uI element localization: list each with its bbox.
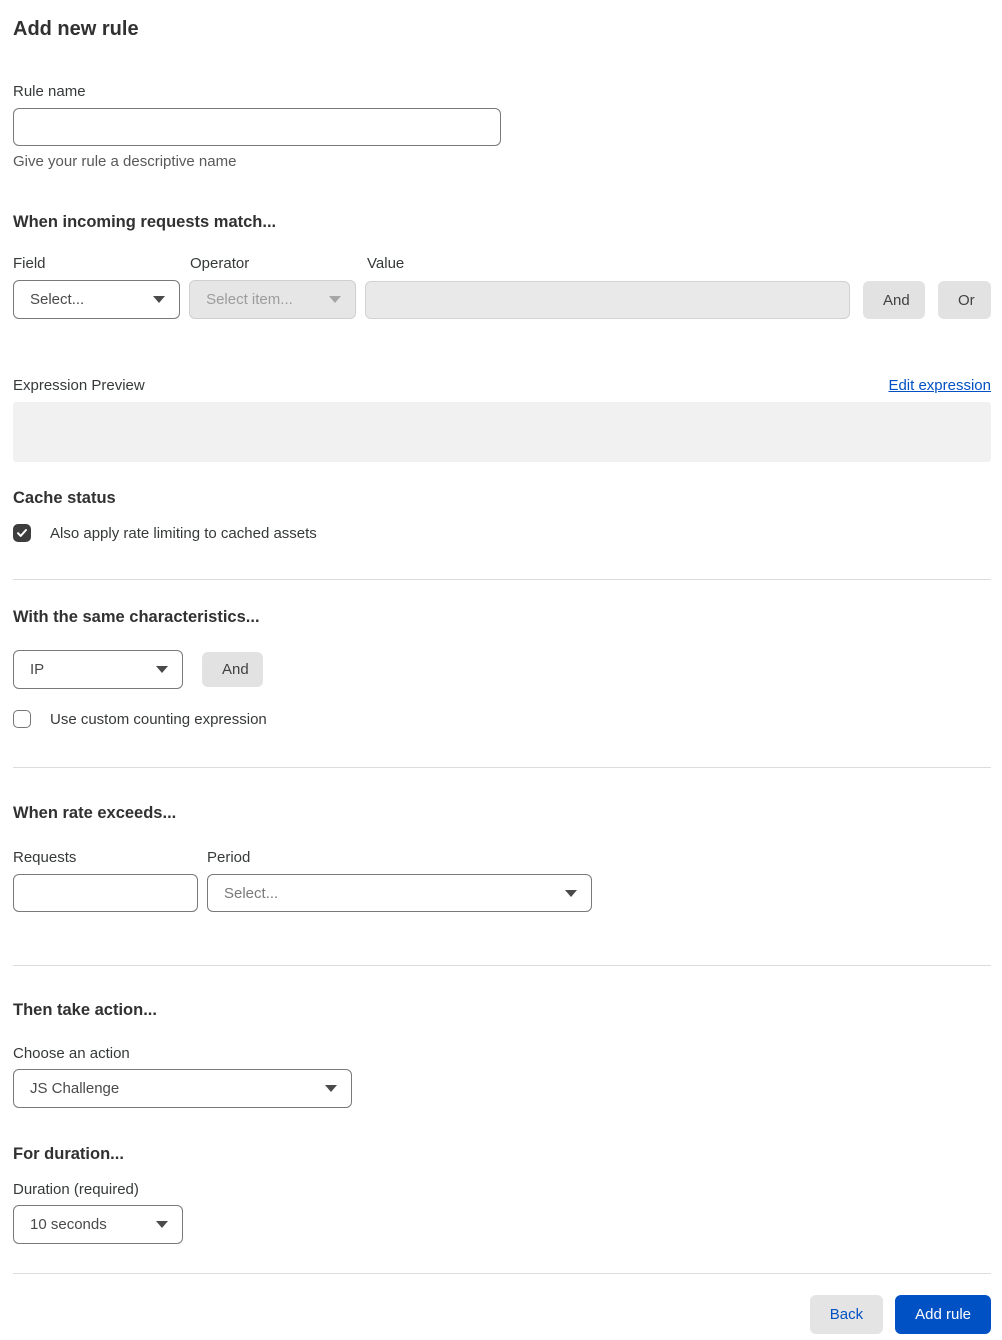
section-divider xyxy=(13,767,991,768)
custom-counting-checkbox[interactable] xyxy=(13,710,31,728)
field-select[interactable]: Select... xyxy=(13,280,181,319)
duration-select[interactable]: 10 seconds xyxy=(13,1205,183,1244)
cache-checkbox[interactable] xyxy=(13,524,31,542)
chevron-down-icon xyxy=(325,1085,337,1092)
rule-name-label: Rule name xyxy=(13,83,86,100)
requests-input[interactable] xyxy=(13,874,198,912)
and-button[interactable]: And xyxy=(863,281,926,319)
duration-heading: For duration... xyxy=(13,1145,124,1163)
expression-preview-box xyxy=(13,402,991,462)
characteristics-and-button[interactable]: And xyxy=(202,652,263,687)
page-title: Add new rule xyxy=(13,18,139,40)
rate-controls-row: Select... xyxy=(13,874,991,912)
field-select-value: Select... xyxy=(30,291,85,308)
rule-name-helper: Give your rule a descriptive name xyxy=(13,153,237,170)
duration-label: Duration (required) xyxy=(13,1181,139,1198)
edit-expression-link[interactable]: Edit expression xyxy=(888,377,991,394)
custom-counting-checkbox-row[interactable]: Use custom counting expression xyxy=(13,710,991,728)
requests-label: Requests xyxy=(13,849,77,866)
checkmark-icon xyxy=(17,529,27,537)
custom-counting-checkbox-label: Use custom counting expression xyxy=(50,710,267,728)
chevron-down-icon xyxy=(565,889,577,897)
chevron-down-icon xyxy=(156,666,168,673)
or-button[interactable]: Or xyxy=(938,281,992,319)
rule-name-input[interactable] xyxy=(13,108,501,146)
footer-actions: Back Add rule xyxy=(13,1295,991,1334)
chevron-down-icon xyxy=(153,296,166,303)
section-divider xyxy=(13,579,991,580)
characteristics-heading: With the same characteristics... xyxy=(13,608,260,626)
match-labels-row: Field Operator Value xyxy=(13,255,991,280)
rate-heading: When rate exceeds... xyxy=(13,804,177,822)
duration-select-value: 10 seconds xyxy=(30,1216,107,1233)
action-select[interactable]: JS Challenge xyxy=(13,1069,352,1108)
section-divider xyxy=(13,965,991,966)
expression-preview-label: Expression Preview xyxy=(13,377,145,394)
back-button[interactable]: Back xyxy=(809,1295,884,1334)
action-heading: Then take action... xyxy=(13,1001,157,1019)
cache-checkbox-label: Also apply rate limiting to cached asset… xyxy=(50,524,317,542)
characteristics-row: IP And xyxy=(13,650,991,689)
characteristic-select-value: IP xyxy=(30,661,45,678)
match-controls-row: Select... Select item... And Or xyxy=(13,280,992,319)
chevron-down-icon xyxy=(156,1221,168,1228)
match-section-heading: When incoming requests match... xyxy=(13,213,277,231)
action-select-value: JS Challenge xyxy=(30,1080,120,1097)
add-rule-form: Add new rule Rule name Give your rule a … xyxy=(0,0,1002,1334)
operator-select-value: Select item... xyxy=(206,291,293,308)
period-select[interactable]: Select... xyxy=(207,874,592,912)
value-input[interactable] xyxy=(365,281,851,319)
rate-labels-row: Requests Period xyxy=(13,849,991,874)
chevron-down-icon xyxy=(329,296,342,303)
characteristic-select[interactable]: IP xyxy=(13,650,183,689)
value-label: Value xyxy=(367,255,405,272)
action-label: Choose an action xyxy=(13,1045,130,1062)
rule-name-group: Rule name Give your rule a descriptive n… xyxy=(13,83,991,170)
cache-checkbox-row[interactable]: Also apply rate limiting to cached asset… xyxy=(13,524,991,542)
expression-header: Expression Preview Edit expression xyxy=(13,377,991,394)
operator-label: Operator xyxy=(190,255,250,272)
field-label: Field xyxy=(13,255,46,272)
add-rule-button[interactable]: Add rule xyxy=(895,1295,991,1334)
period-label: Period xyxy=(207,849,251,866)
footer-divider xyxy=(13,1273,991,1274)
operator-select[interactable]: Select item... xyxy=(189,280,357,319)
period-select-value: Select... xyxy=(224,884,279,902)
cache-status-heading: Cache status xyxy=(13,489,116,507)
